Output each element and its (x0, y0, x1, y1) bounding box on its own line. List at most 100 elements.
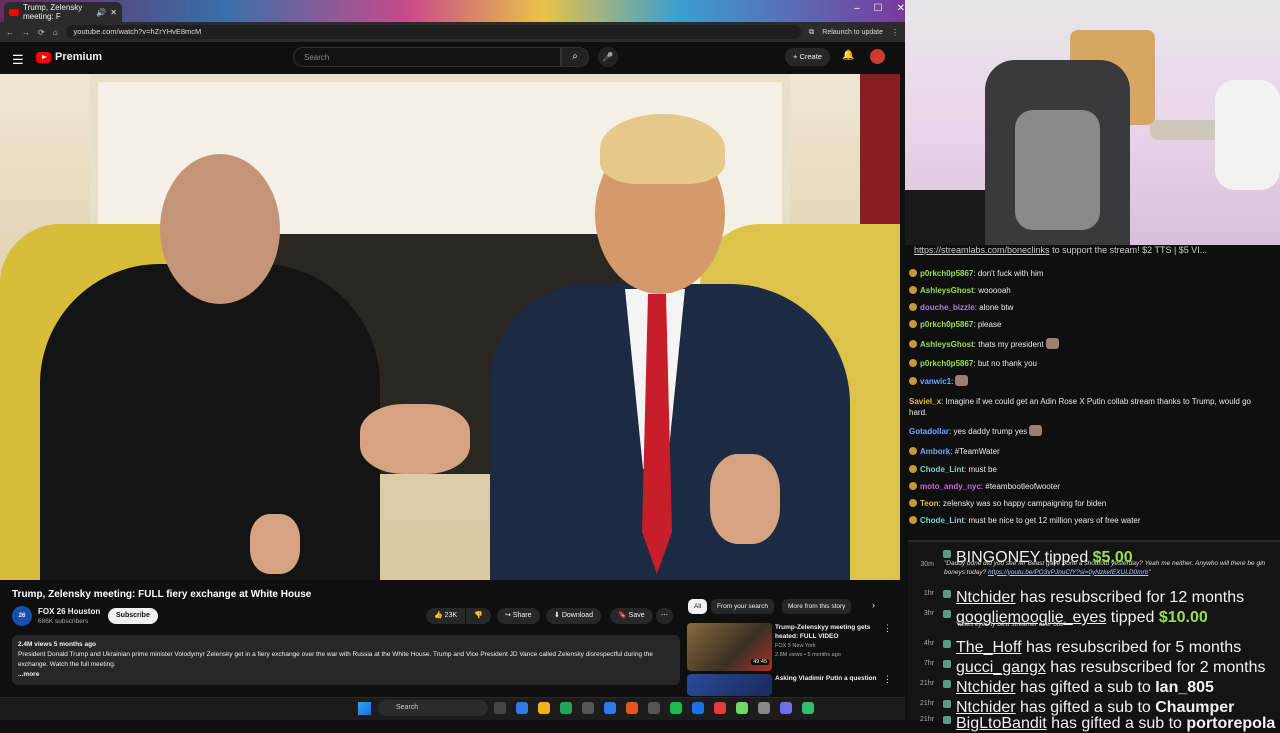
recommendation-thumbnail[interactable] (687, 674, 772, 696)
chat-username[interactable]: Gotadollar (909, 427, 949, 436)
recommendation-channel[interactable]: FOX 5 New York (775, 642, 816, 650)
taskbar-app-icon[interactable] (670, 702, 682, 714)
taskbar-app-icon[interactable] (802, 702, 814, 714)
chat-text: but no thank you (975, 359, 1037, 368)
taskbar-app-icon[interactable] (582, 702, 594, 714)
taskbar-app-icon[interactable] (516, 702, 528, 714)
search-input[interactable]: Search (293, 47, 561, 67)
relaunch-button[interactable]: Relaunch to update (822, 29, 883, 36)
support-link[interactable]: https://streamlabs.com/boneclinks (914, 245, 1050, 255)
chat-username[interactable]: Chode_Lint (920, 465, 964, 474)
feed-quote-link[interactable]: https://youtu.be/PO3vPJnuCfY?si=0yNzkefE… (988, 569, 1148, 576)
chat-username[interactable]: p0rkch0p5867 (920, 320, 973, 329)
tip-icon (943, 550, 951, 558)
youtube-logo[interactable]: Premium (36, 51, 102, 63)
chat-username[interactable]: moto_andy_nyc (920, 482, 981, 491)
feed-user[interactable]: Ntchider (956, 699, 1016, 716)
video-description[interactable]: 2.4M views 5 months ago President Donald… (12, 635, 680, 685)
search-button[interactable]: ⌕ (561, 47, 589, 67)
video-player[interactable] (0, 74, 900, 580)
feed-row: gucci_gangx has resubscribed for 2 month… (956, 659, 1276, 677)
taskbar-app-icon[interactable] (692, 702, 704, 714)
feed-action: has resubscribed for 12 months (1015, 589, 1245, 606)
chat-username[interactable]: Chode_Lint (920, 516, 964, 525)
chat-username[interactable]: AshleysGhost (920, 286, 974, 295)
more-vertical-icon[interactable]: ⋮ (883, 623, 892, 634)
taskbar-app-icon[interactable] (648, 702, 660, 714)
chevron-right-icon[interactable]: › (872, 600, 875, 610)
show-more-link[interactable]: ...more (18, 670, 674, 680)
taskbar-app-icon[interactable] (538, 702, 550, 714)
notifications-bell-icon[interactable]: 🔔 (842, 50, 854, 61)
windows-start-icon[interactable] (358, 702, 371, 715)
forward-icon[interactable]: → (22, 28, 30, 37)
create-button[interactable]: + Create (785, 48, 830, 66)
chat-badge-icon (909, 359, 917, 367)
taskbar-app-icon[interactable] (604, 702, 616, 714)
browser-tab[interactable]: Trump, Zelensky meeting: F 🔊 ✕ (4, 2, 122, 22)
extensions-icon[interactable]: ⧉ (809, 27, 815, 37)
feed-event-icon (943, 590, 951, 598)
tab-close-icon[interactable]: ✕ (110, 8, 117, 17)
recommendation-item[interactable]: 49:45 Trump-Zelenskyy meeting gets heate… (687, 623, 897, 673)
hamburger-menu-icon[interactable]: ☰ (12, 52, 24, 68)
more-vertical-icon[interactable]: ⋮ (883, 674, 892, 685)
chat-badge-icon (909, 286, 917, 294)
recommendation-title[interactable]: Trump-Zelenskyy meeting gets heated: FUL… (775, 623, 880, 641)
chat-username[interactable]: AshleysGhost (920, 340, 974, 349)
chat-username[interactable]: Teon (920, 499, 939, 508)
taskbar-search[interactable]: Search (378, 700, 488, 716)
chat-username[interactable]: vanwic1 (920, 377, 951, 386)
chat-text: please (975, 320, 1002, 329)
url-field[interactable]: youtube.com/watch?v=hZrYHvE8mcM (65, 25, 801, 39)
like-button[interactable]: 👍 23K (426, 608, 466, 624)
chat-username[interactable]: douche_bizzle (920, 303, 975, 312)
feed-user[interactable]: Ntchider (956, 589, 1016, 606)
dislike-button[interactable]: 👎 (466, 608, 491, 624)
tab-audio-icon[interactable]: 🔊 (96, 8, 106, 17)
taskbar-app-icon[interactable] (736, 702, 748, 714)
duration-badge: 49:45 (751, 659, 769, 665)
channel-name[interactable]: FOX 26 Houston (38, 607, 100, 616)
taskbar-app-icon[interactable] (626, 702, 638, 714)
more-actions-button[interactable]: ⋯ (656, 608, 673, 624)
recommendation-item[interactable]: Asking Vladimir Putin a question ⋮ (687, 674, 897, 696)
feed-user[interactable]: gucci_gangx (956, 659, 1046, 676)
recommendation-title[interactable]: Asking Vladimir Putin a question (775, 674, 880, 683)
minimize-icon[interactable]: – (854, 3, 860, 14)
home-icon[interactable]: ⌂ (53, 28, 58, 37)
menu-icon[interactable]: ⋮ (891, 28, 899, 37)
feed-user[interactable]: Ntchider (956, 679, 1016, 696)
back-icon[interactable]: ← (6, 28, 14, 37)
chip-all[interactable]: All (688, 599, 708, 614)
brand-label: Premium (55, 51, 103, 63)
subscribe-button[interactable]: Subscribe (108, 608, 158, 624)
feed-event-icon (943, 640, 951, 648)
chat-username[interactable]: p0rkch0p5867 (920, 359, 973, 368)
voice-search-button[interactable]: 🎤 (598, 47, 618, 67)
feed-user[interactable]: BigLtoBandit (956, 715, 1047, 732)
maximize-icon[interactable]: ☐ (874, 3, 883, 14)
taskbar-app-icon[interactable] (494, 702, 506, 714)
close-window-icon[interactable]: ✕ (897, 3, 905, 14)
chat-text: zelensky was so happy campaigning for bi… (940, 499, 1107, 508)
browser-tabstrip (0, 0, 905, 22)
taskbar-app-icon[interactable] (758, 702, 770, 714)
chat-username[interactable]: p0rkch0p5867 (920, 269, 973, 278)
feed-action: has gifted a sub to (1015, 699, 1156, 716)
download-button[interactable]: ⬇ Download (546, 608, 601, 624)
taskbar-app-icon[interactable] (780, 702, 792, 714)
channel-avatar[interactable]: 26 (12, 606, 32, 626)
taskbar-app-icon[interactable] (560, 702, 572, 714)
chat-message: Ambork: #TeamWater (909, 446, 1271, 457)
chat-username[interactable]: Saviel_x (909, 397, 941, 406)
save-button[interactable]: 🔖 Save (610, 608, 653, 624)
feed-user[interactable]: The_Hoff (956, 639, 1022, 656)
chip-more-story[interactable]: More from this story (782, 599, 852, 614)
share-button[interactable]: ↪ Share (497, 608, 540, 624)
account-avatar[interactable] (870, 49, 885, 64)
taskbar-app-icon[interactable] (714, 702, 726, 714)
chat-username[interactable]: Ambork (920, 447, 950, 456)
chip-from-search[interactable]: From your search (711, 599, 774, 614)
reload-icon[interactable]: ⟳ (38, 28, 45, 37)
